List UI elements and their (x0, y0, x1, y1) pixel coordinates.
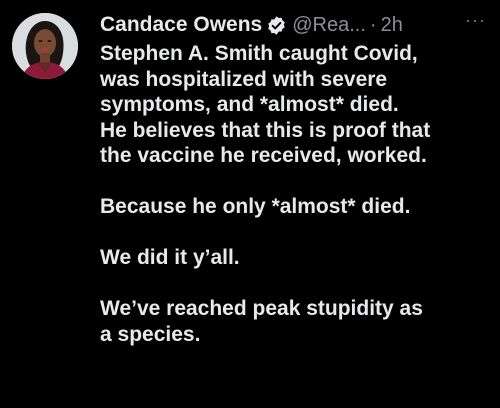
paragraph-1: Stephen A. Smith caught Covid, was hospi… (100, 41, 492, 169)
tweet[interactable]: Candace Owens @Rea... · 2h ··· Stephen A… (0, 0, 500, 408)
avatar-photo (12, 13, 78, 79)
verified-badge-icon (266, 15, 287, 36)
tweet-header: Candace Owens @Rea... · 2h ··· (100, 8, 492, 42)
author-name[interactable]: Candace Owens (100, 13, 262, 37)
text-line: a species. (100, 322, 201, 346)
paragraph-2: Because he only *almost* died. (100, 194, 492, 220)
paragraph-3: We did it y’all. (100, 245, 492, 271)
tweet-text: Stephen A. Smith caught Covid, was hospi… (100, 41, 492, 347)
text-line: Stephen A. Smith caught Covid, (100, 42, 418, 65)
text-line: the vaccine he received, worked. (100, 144, 427, 167)
text-line: We did it y’all. (100, 246, 240, 269)
avatar[interactable] (12, 13, 78, 79)
text-line: Because he only *almost* died. (100, 195, 411, 218)
separator-dot: · (369, 13, 377, 36)
tweet-content: Candace Owens @Rea... · 2h ··· Stephen A… (100, 8, 492, 347)
text-line: was hospitalized with severe (100, 67, 388, 91)
paragraph-4: We’ve reached peak stupidity as a specie… (100, 296, 492, 347)
more-options-icon[interactable]: ··· (465, 10, 486, 31)
text-line: He believes that this is proof that (100, 118, 431, 142)
author-handle[interactable]: @Rea... (292, 14, 366, 37)
text-line: symptoms, and *almost* died. (100, 93, 399, 116)
text-line: We’ve reached peak stupidity as (100, 297, 423, 320)
timestamp[interactable]: 2h (381, 14, 403, 37)
